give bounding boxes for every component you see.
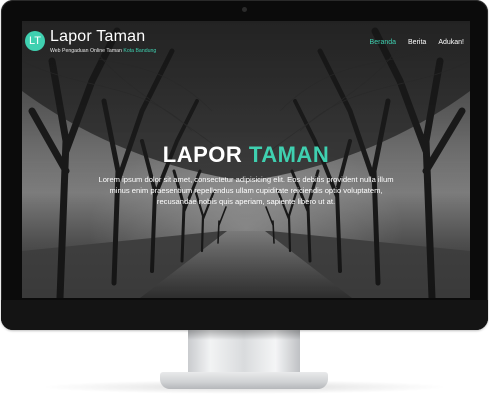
- nav-link-berita[interactable]: Berita: [408, 39, 426, 46]
- site-title[interactable]: Lapor Taman: [50, 28, 145, 46]
- site-subtitle-prefix: Web Pengaduan Online Taman: [50, 48, 124, 54]
- site-logo[interactable]: LT: [25, 31, 45, 51]
- nav-menu: Beranda Berita Adukan!: [370, 39, 464, 46]
- monitor-stand-base: [160, 372, 328, 389]
- hero-title: LAPOR TAMAN: [22, 142, 470, 168]
- monitor-chin: [1, 300, 488, 330]
- hero-title-main: LAPOR: [162, 142, 249, 167]
- monitor-stand-shadow: [188, 330, 300, 340]
- camera-icon: [242, 7, 247, 12]
- nav-link-adukan[interactable]: Adukan!: [438, 39, 464, 46]
- navbar: LT Lapor Taman Web Pengaduan Online Tama…: [22, 21, 470, 61]
- hero-title-accent: TAMAN: [248, 142, 330, 167]
- monitor-screen: LT Lapor Taman Web Pengaduan Online Tama…: [22, 21, 470, 298]
- site-subtitle-highlight: Kota Bandung: [123, 48, 157, 54]
- nav-link-beranda[interactable]: Beranda: [370, 39, 396, 46]
- site-subtitle: Web Pengaduan Online Taman Kota Bandung: [50, 48, 156, 54]
- hero-text: Lorem ipsum dolor sit amet, consectetur …: [98, 175, 394, 206]
